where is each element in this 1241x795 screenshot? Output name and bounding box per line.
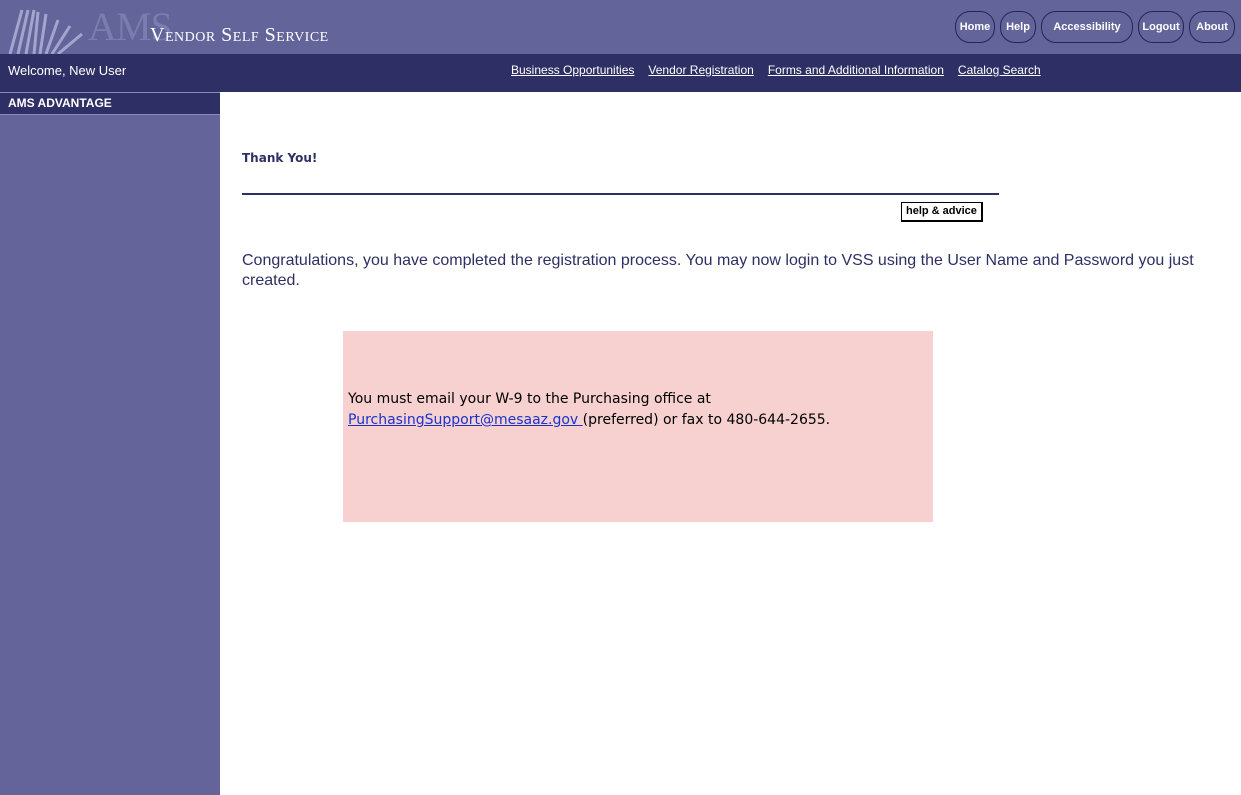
notice-line1: You must email your W-9 to the Purchasin…: [348, 391, 711, 407]
about-button[interactable]: About: [1189, 11, 1235, 43]
catalog-search-link[interactable]: Catalog Search: [958, 63, 1041, 77]
w9-notice-box: You must email your W-9 to the Purchasin…: [343, 331, 933, 522]
page-title: Thank You!: [242, 151, 318, 165]
ams-logo-icon: [8, 9, 83, 54]
notice-text: You must email your W-9 to the Purchasin…: [348, 389, 908, 431]
title-divider: [242, 193, 999, 195]
confirmation-message: Congratulations, you have completed the …: [242, 252, 1194, 289]
logout-button[interactable]: Logout: [1138, 11, 1184, 43]
help-button[interactable]: Help: [1000, 11, 1036, 43]
accessibility-button[interactable]: Accessibility: [1041, 11, 1133, 43]
app-title: Vendor Self Service: [150, 24, 329, 46]
secondary-links: Business Opportunities Vendor Registrati…: [511, 63, 1041, 77]
forms-info-link[interactable]: Forms and Additional Information: [768, 63, 944, 77]
sidebar-heading[interactable]: AMS ADVANTAGE: [0, 92, 220, 115]
top-banner: AMS Vendor Self Service Home Help Access…: [0, 0, 1241, 54]
vendor-registration-link[interactable]: Vendor Registration: [648, 63, 753, 77]
purchasing-email-link[interactable]: PurchasingSupport@mesaaz.gov: [348, 412, 583, 428]
sidebar: AMS ADVANTAGE: [0, 92, 220, 795]
home-button[interactable]: Home: [955, 11, 995, 43]
secondary-nav-bar: Welcome, New User Business Opportunities…: [0, 54, 1241, 92]
notice-line2: (preferred) or fax to 480-644-2655.: [582, 412, 831, 428]
top-nav: Home Help Accessibility Logout About: [955, 11, 1235, 45]
business-opportunities-link[interactable]: Business Opportunities: [511, 63, 634, 77]
help-advice-button[interactable]: help & advice: [901, 202, 983, 222]
welcome-text: Welcome, New User: [8, 63, 127, 78]
